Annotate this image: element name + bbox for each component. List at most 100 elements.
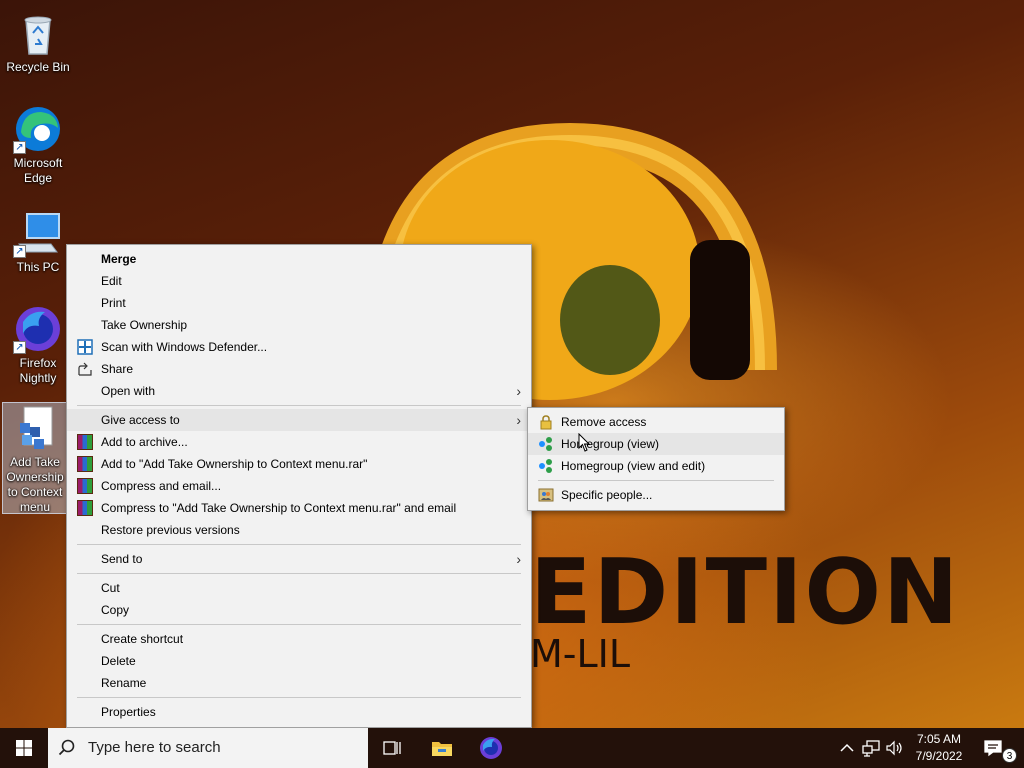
lock-icon bbox=[540, 415, 552, 430]
menu-item-share[interactable]: Share bbox=[67, 358, 531, 380]
menu-item-compress-email[interactable]: Compress and email... bbox=[67, 475, 531, 497]
submenu-item-label: Homegroup (view and edit) bbox=[561, 459, 706, 473]
wallpaper-headline: EDITION bbox=[530, 540, 961, 645]
chevron-right-icon: › bbox=[516, 412, 521, 428]
notification-count-badge: 3 bbox=[1002, 748, 1017, 763]
menu-item-label: Take Ownership bbox=[101, 318, 188, 332]
firefox-nightly-taskbar-button[interactable] bbox=[467, 728, 515, 768]
menu-item-label: Properties bbox=[101, 705, 156, 719]
taskbar-clock[interactable]: 7:05 AM 7/9/2022 bbox=[910, 731, 968, 765]
people-icon bbox=[538, 488, 554, 502]
menu-item-label: Print bbox=[101, 296, 126, 310]
task-view-button[interactable] bbox=[368, 728, 416, 768]
taskbar-search-box[interactable]: Type here to search bbox=[48, 728, 368, 768]
network-icon[interactable] bbox=[861, 738, 881, 758]
menu-item-compress-rar-email[interactable]: Compress to "Add Take Ownership to Conte… bbox=[67, 497, 531, 519]
submenu-item-label: Remove access bbox=[561, 415, 647, 429]
this-pc-shortcut[interactable]: ↗ This PC bbox=[2, 208, 74, 275]
menu-separator bbox=[538, 480, 774, 481]
menu-item-label: Share bbox=[101, 362, 134, 376]
action-center-button[interactable]: 3 bbox=[978, 728, 1024, 768]
file-explorer-button[interactable] bbox=[418, 728, 466, 768]
menu-item-label: Cut bbox=[101, 581, 120, 595]
menu-item-label: Compress to "Add Take Ownership to Conte… bbox=[101, 501, 457, 515]
menu-item-label: Compress and email... bbox=[101, 479, 222, 493]
menu-item-rename[interactable]: Rename bbox=[67, 672, 531, 694]
microsoft-edge-label: Microsoft Edge bbox=[13, 156, 63, 185]
firefox-nightly-icon bbox=[480, 737, 502, 759]
this-pc-label: This PC bbox=[16, 260, 60, 274]
recycle-bin-icon bbox=[13, 8, 63, 58]
menu-separator bbox=[77, 544, 521, 545]
start-button[interactable] bbox=[0, 728, 48, 768]
menu-item-scan-defender[interactable]: Scan with Windows Defender... bbox=[67, 336, 531, 358]
menu-item-label: Rename bbox=[101, 676, 147, 690]
submenu-item-specific-people[interactable]: Specific people... bbox=[528, 484, 784, 506]
menu-item-open-with[interactable]: Open with › bbox=[67, 380, 531, 402]
menu-item-restore-versions[interactable]: Restore previous versions bbox=[67, 519, 531, 541]
folder-icon bbox=[432, 742, 452, 756]
menu-item-copy[interactable]: Copy bbox=[67, 599, 531, 621]
menu-item-give-access[interactable]: Give access to › bbox=[67, 409, 531, 431]
clock-time: 7:05 AM bbox=[916, 732, 962, 746]
menu-item-label: Add to archive... bbox=[101, 435, 188, 449]
menu-separator bbox=[77, 624, 521, 625]
clock-date: 7/9/2022 bbox=[915, 749, 963, 763]
menu-item-label: Open with bbox=[101, 384, 156, 398]
volume-icon[interactable] bbox=[885, 738, 905, 758]
menu-item-delete[interactable]: Delete bbox=[67, 650, 531, 672]
winrar-icon bbox=[77, 500, 93, 516]
menu-item-print[interactable]: Print bbox=[67, 292, 531, 314]
search-placeholder: Type here to search bbox=[88, 739, 221, 756]
shortcut-arrow-icon: ↗ bbox=[13, 341, 26, 354]
menu-item-merge[interactable]: Merge bbox=[67, 248, 531, 270]
menu-item-edit[interactable]: Edit bbox=[67, 270, 531, 292]
monitor-icon: ↗ bbox=[13, 208, 63, 258]
menu-item-add-to-rar[interactable]: Add to "Add Take Ownership to Context me… bbox=[67, 453, 531, 475]
registry-file-icon bbox=[10, 403, 60, 453]
recycle-bin-shortcut[interactable]: Recycle Bin bbox=[2, 8, 74, 75]
winrar-icon bbox=[77, 478, 93, 494]
firefox-nightly-label: Firefox Nightly bbox=[19, 356, 57, 385]
menu-item-properties[interactable]: Properties bbox=[67, 701, 531, 723]
notification-icon bbox=[984, 740, 1002, 757]
firefox-nightly-shortcut[interactable]: ↗ Firefox Nightly bbox=[2, 304, 74, 386]
submenu-item-remove-access[interactable]: Remove access bbox=[528, 411, 784, 433]
firefox-nightly-icon: ↗ bbox=[13, 304, 63, 354]
menu-item-label: Add to "Add Take Ownership to Context me… bbox=[101, 457, 368, 471]
chevron-right-icon: › bbox=[516, 383, 521, 399]
menu-item-label: Give access to bbox=[101, 413, 180, 427]
submenu-item-homegroup-view[interactable]: Homegroup (view) bbox=[528, 433, 784, 455]
context-menu: Merge Edit Print Take Ownership Scan wit… bbox=[66, 244, 532, 728]
give-access-submenu: Remove access Homegroup (view) Homegroup… bbox=[527, 407, 785, 511]
menu-item-label: Restore previous versions bbox=[101, 523, 240, 537]
chevron-up-icon[interactable] bbox=[838, 738, 856, 758]
submenu-item-label: Specific people... bbox=[561, 488, 653, 502]
registry-file-label: Add Take Ownership to Context menu bbox=[6, 455, 64, 514]
menu-item-label: Edit bbox=[101, 274, 122, 288]
menu-item-create-shortcut[interactable]: Create shortcut bbox=[67, 628, 531, 650]
winrar-icon bbox=[77, 456, 93, 472]
menu-separator bbox=[77, 697, 521, 698]
recycle-bin-label: Recycle Bin bbox=[6, 60, 70, 74]
submenu-item-homegroup-view-edit[interactable]: Homegroup (view and edit) bbox=[528, 455, 784, 477]
menu-separator bbox=[77, 573, 521, 574]
menu-item-take-ownership[interactable]: Take Ownership bbox=[67, 314, 531, 336]
menu-item-label: Scan with Windows Defender... bbox=[101, 340, 268, 354]
menu-item-cut[interactable]: Cut bbox=[67, 577, 531, 599]
task-view-icon bbox=[383, 741, 401, 755]
wallpaper-subline: M-LIL bbox=[530, 632, 631, 676]
share-icon bbox=[78, 362, 92, 376]
menu-item-add-to-archive[interactable]: Add to archive... bbox=[67, 431, 531, 453]
chevron-right-icon: › bbox=[516, 551, 521, 567]
menu-item-label: Merge bbox=[101, 252, 137, 266]
menu-item-send-to[interactable]: Send to › bbox=[67, 548, 531, 570]
taskbar: Type here to search 7:05 AM 7/9/2022 3 bbox=[0, 728, 1024, 768]
registry-file-shortcut[interactable]: Add Take Ownership to Context menu bbox=[2, 402, 68, 514]
menu-item-label: Copy bbox=[101, 603, 130, 617]
homegroup-icon bbox=[539, 459, 552, 473]
defender-shield-icon bbox=[77, 339, 93, 355]
windows-logo-icon bbox=[16, 740, 32, 756]
menu-separator bbox=[77, 405, 521, 406]
microsoft-edge-shortcut[interactable]: ↗ Microsoft Edge bbox=[2, 104, 74, 186]
